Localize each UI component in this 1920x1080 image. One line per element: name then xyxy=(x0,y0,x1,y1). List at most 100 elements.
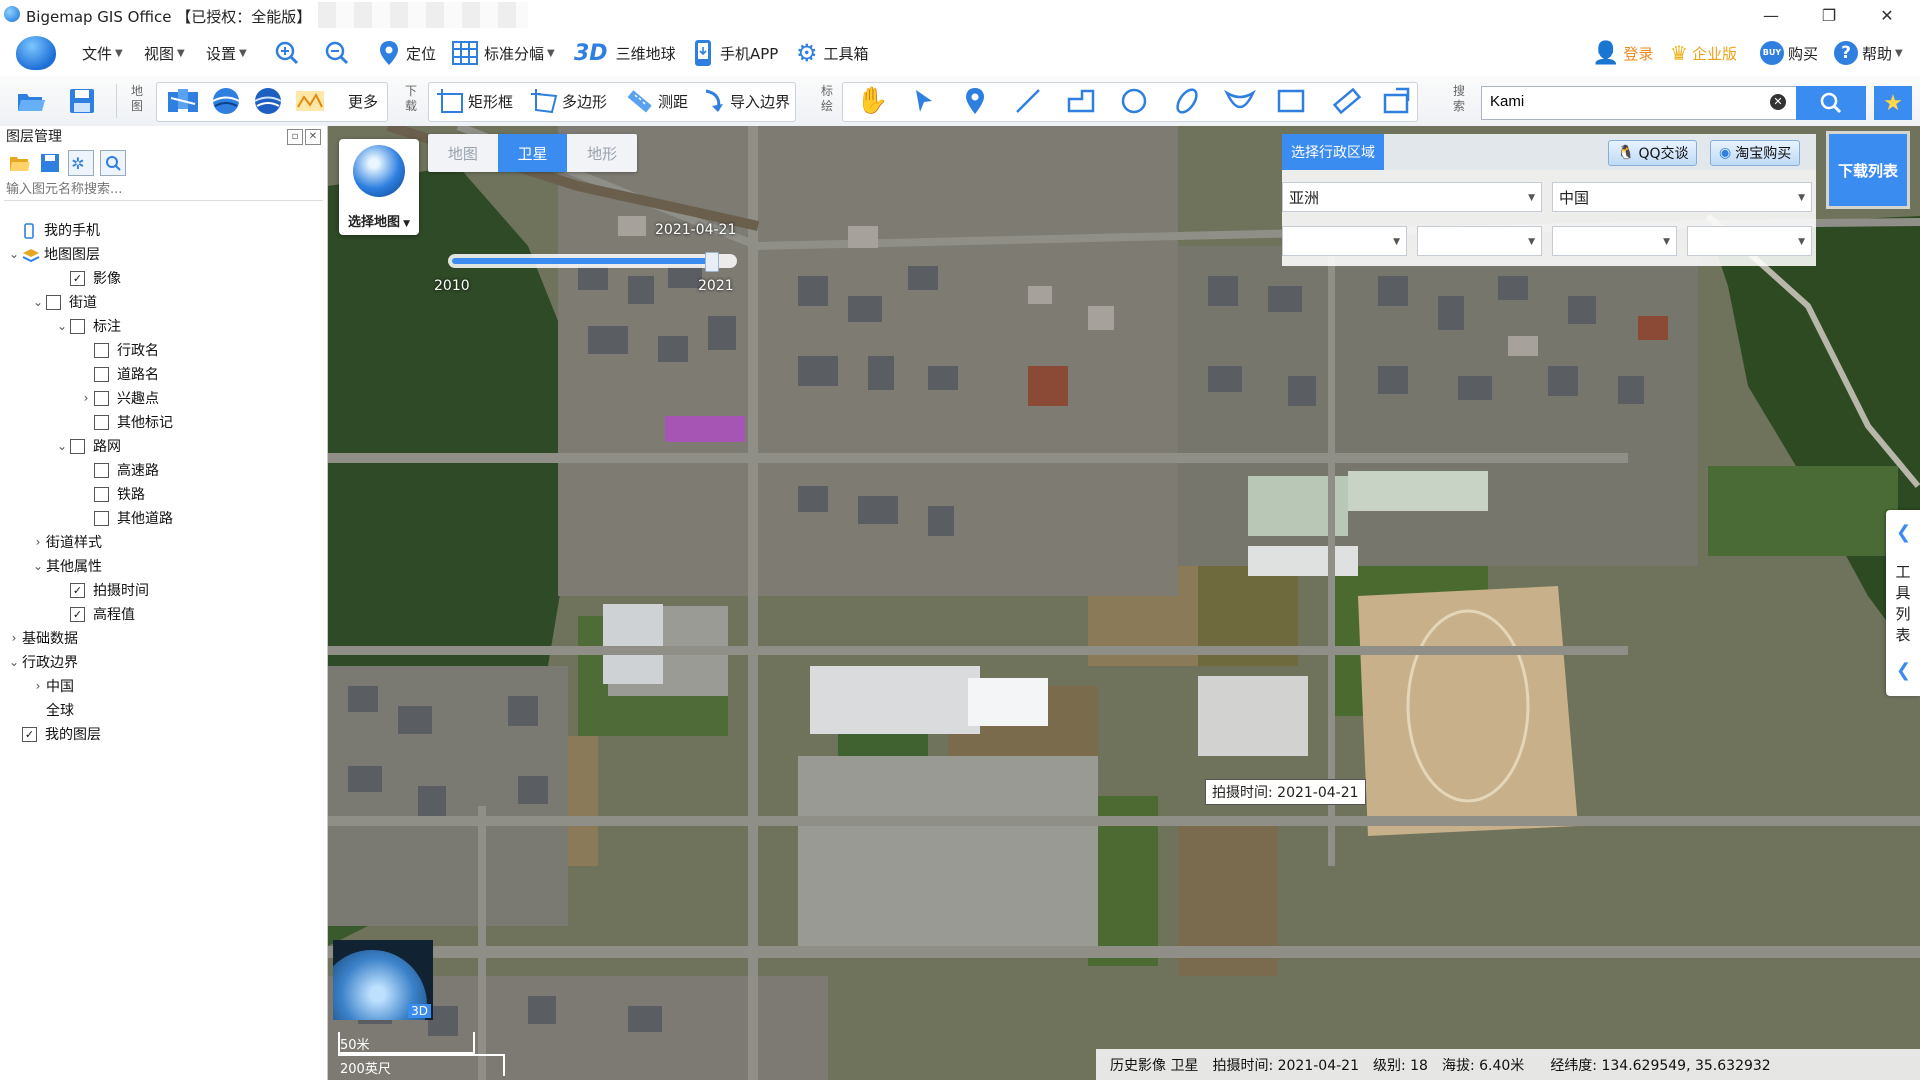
continent-select[interactable]: 亚洲 ▼ xyxy=(1282,182,1542,212)
float-panel-icon[interactable]: ▫ xyxy=(287,129,303,145)
layer-settings-button[interactable]: ✲ xyxy=(68,150,94,176)
clear-icon[interactable]: ✕ xyxy=(1770,94,1786,110)
district-select[interactable]: ▼ xyxy=(1552,226,1677,256)
import-border-button[interactable]: 导入边界 xyxy=(702,76,790,126)
checkbox-checked[interactable]: ✓ xyxy=(70,270,85,286)
help-button[interactable]: ? 帮助 ▼ xyxy=(1834,30,1903,76)
rectangle-tool[interactable] xyxy=(1276,76,1306,126)
layer-tree-item[interactable]: ⌄ 街道 xyxy=(30,290,97,314)
expand-toggle-icon[interactable]: ⌄ xyxy=(30,559,46,573)
close-panel-icon[interactable]: ✕ xyxy=(305,129,321,145)
chevron-left-icon[interactable]: ❮ xyxy=(1896,660,1911,681)
rect-select-button[interactable]: 矩形框 xyxy=(436,76,513,126)
layer-tree-item[interactable]: 高速路 xyxy=(78,458,159,482)
map-source-button-4[interactable] xyxy=(294,76,326,126)
history-timeline-slider[interactable] xyxy=(448,252,737,272)
expand-toggle-icon[interactable]: ⌄ xyxy=(54,319,70,333)
tool-list-sidebar[interactable]: ❮ 工具列表 ❮ xyxy=(1886,510,1920,696)
globe-button[interactable]: 3D 三维地球 xyxy=(574,30,676,76)
restore-button[interactable]: ❐ xyxy=(1800,0,1858,30)
checkbox-unchecked[interactable] xyxy=(94,366,109,382)
layer-tree-item[interactable]: › 中国 xyxy=(30,674,74,698)
country-select[interactable]: 中国 ▼ xyxy=(1552,182,1812,212)
layer-tree-item[interactable]: ✓ 影像 xyxy=(54,266,121,290)
layer-tree-item[interactable]: 行政名 xyxy=(78,338,159,362)
expand-toggle-icon[interactable]: ⌄ xyxy=(54,439,70,453)
search-button[interactable] xyxy=(1796,86,1866,120)
more-button[interactable]: 更多 xyxy=(348,76,378,126)
globe-minimap[interactable]: 3D xyxy=(333,940,433,1020)
checkbox-checked[interactable]: ✓ xyxy=(70,606,85,622)
menu-file[interactable]: 文件 ▼ xyxy=(82,30,123,76)
collapse-toggle-icon[interactable]: › xyxy=(30,535,46,549)
grid-button[interactable]: 标准分幅 ▼ xyxy=(452,30,555,76)
download-list-button[interactable]: 下载列表 xyxy=(1829,134,1907,206)
layer-tree-item[interactable]: › 街道样式 xyxy=(30,530,102,554)
checkbox-unchecked[interactable] xyxy=(94,510,109,526)
layer-tree-item[interactable]: › 基础数据 xyxy=(6,626,78,650)
open-button[interactable] xyxy=(16,76,46,126)
map-type-tab-satellite[interactable]: 卫星 xyxy=(497,134,568,172)
polyline-tool[interactable] xyxy=(1066,76,1096,126)
expand-toggle-icon[interactable]: ⌄ xyxy=(30,295,46,309)
close-button[interactable]: ✕ xyxy=(1858,0,1916,30)
edit-tool[interactable] xyxy=(1382,76,1412,126)
taobao-buy-button[interactable]: ◉ 淘宝购买 xyxy=(1710,140,1801,166)
checkbox-unchecked[interactable] xyxy=(94,390,109,406)
layer-tree-item[interactable]: 道路名 xyxy=(78,362,159,386)
marker-tool[interactable] xyxy=(964,76,986,126)
zoom-in-button[interactable] xyxy=(274,30,300,76)
map-selector[interactable]: 选择地图 ▼ xyxy=(339,139,419,235)
pan-tool[interactable]: ✋ xyxy=(856,76,888,126)
circle-tool[interactable] xyxy=(1120,76,1148,126)
enterprise-button[interactable]: ♛ 企业版 xyxy=(1670,30,1737,76)
checkbox-unchecked[interactable] xyxy=(70,318,85,334)
checkbox-unchecked[interactable] xyxy=(94,486,109,502)
layer-tree-item[interactable]: 其他道路 xyxy=(78,506,173,530)
favorite-button[interactable]: ★ xyxy=(1874,86,1912,120)
expand-toggle-icon[interactable]: ⌄ xyxy=(6,655,22,669)
layer-tree-item[interactable]: ⌄ 行政边界 xyxy=(6,650,78,674)
locate-button[interactable]: 定位 xyxy=(378,30,436,76)
polygon-select-button[interactable]: 多边形 xyxy=(530,76,607,126)
search-input[interactable] xyxy=(1488,92,1762,111)
layer-tree-item[interactable]: ✓ 拍摄时间 xyxy=(54,578,149,602)
menu-view[interactable]: 视图 ▼ xyxy=(144,30,185,76)
checkbox-checked[interactable]: ✓ xyxy=(22,726,37,742)
layer-tree-item[interactable]: 全球 xyxy=(30,698,74,722)
chevron-left-icon[interactable]: ❮ xyxy=(1896,522,1911,543)
map-source-button-1[interactable] xyxy=(166,76,200,126)
minimize-button[interactable]: — xyxy=(1742,0,1800,30)
map-source-button-2[interactable] xyxy=(210,76,242,126)
checkbox-checked[interactable]: ✓ xyxy=(70,582,85,598)
checkbox-unchecked[interactable] xyxy=(94,414,109,430)
save-layer-button[interactable] xyxy=(38,151,62,175)
map-type-tab-terrain[interactable]: 地形 xyxy=(567,134,637,172)
collapse-toggle-icon[interactable]: › xyxy=(30,679,46,693)
ellipse-tool[interactable] xyxy=(1172,76,1202,126)
checkbox-unchecked[interactable] xyxy=(46,294,61,310)
layer-tree-item[interactable]: ⌄ 其他属性 xyxy=(30,554,102,578)
layer-tree-item[interactable]: ⌄ 标注 xyxy=(54,314,121,338)
menu-settings[interactable]: 设置 ▼ xyxy=(206,30,247,76)
layer-tree-item[interactable]: ✓ 高程值 xyxy=(54,602,135,626)
layer-tree-item[interactable]: 其他标记 xyxy=(78,410,173,434)
layer-tree-item[interactable]: ⌄ 地图图层 xyxy=(6,242,100,266)
layer-tree-item[interactable]: ⌄ 路网 xyxy=(54,434,121,458)
expand-toggle-icon[interactable]: ⌄ xyxy=(6,247,22,261)
collapse-toggle-icon[interactable]: › xyxy=(78,391,94,405)
layer-tree-item[interactable]: 铁路 xyxy=(78,482,145,506)
layer-tree-item[interactable]: 我的手机 xyxy=(6,218,100,242)
login-button[interactable]: 👤 登录 xyxy=(1592,30,1653,76)
map-type-tab-map[interactable]: 地图 xyxy=(428,134,498,172)
bigemap-logo-icon[interactable] xyxy=(16,36,56,70)
line-tool[interactable] xyxy=(1014,76,1042,126)
map-source-button-3[interactable] xyxy=(252,76,284,126)
satellite-map[interactable]: 历史影像 卫星 拍摄时间: 2021-04-21 级别: 18 海拔: 6.40… xyxy=(328,126,1920,1080)
layer-tree-item[interactable]: ✓ 我的图层 xyxy=(6,722,101,746)
buy-button[interactable]: BUY 购买 xyxy=(1760,30,1818,76)
province-select[interactable]: ▼ xyxy=(1282,226,1407,256)
layer-search-input[interactable] xyxy=(4,178,323,201)
qq-chat-button[interactable]: 🐧 QQ交谈 xyxy=(1608,140,1698,166)
checkbox-unchecked[interactable] xyxy=(70,438,85,454)
